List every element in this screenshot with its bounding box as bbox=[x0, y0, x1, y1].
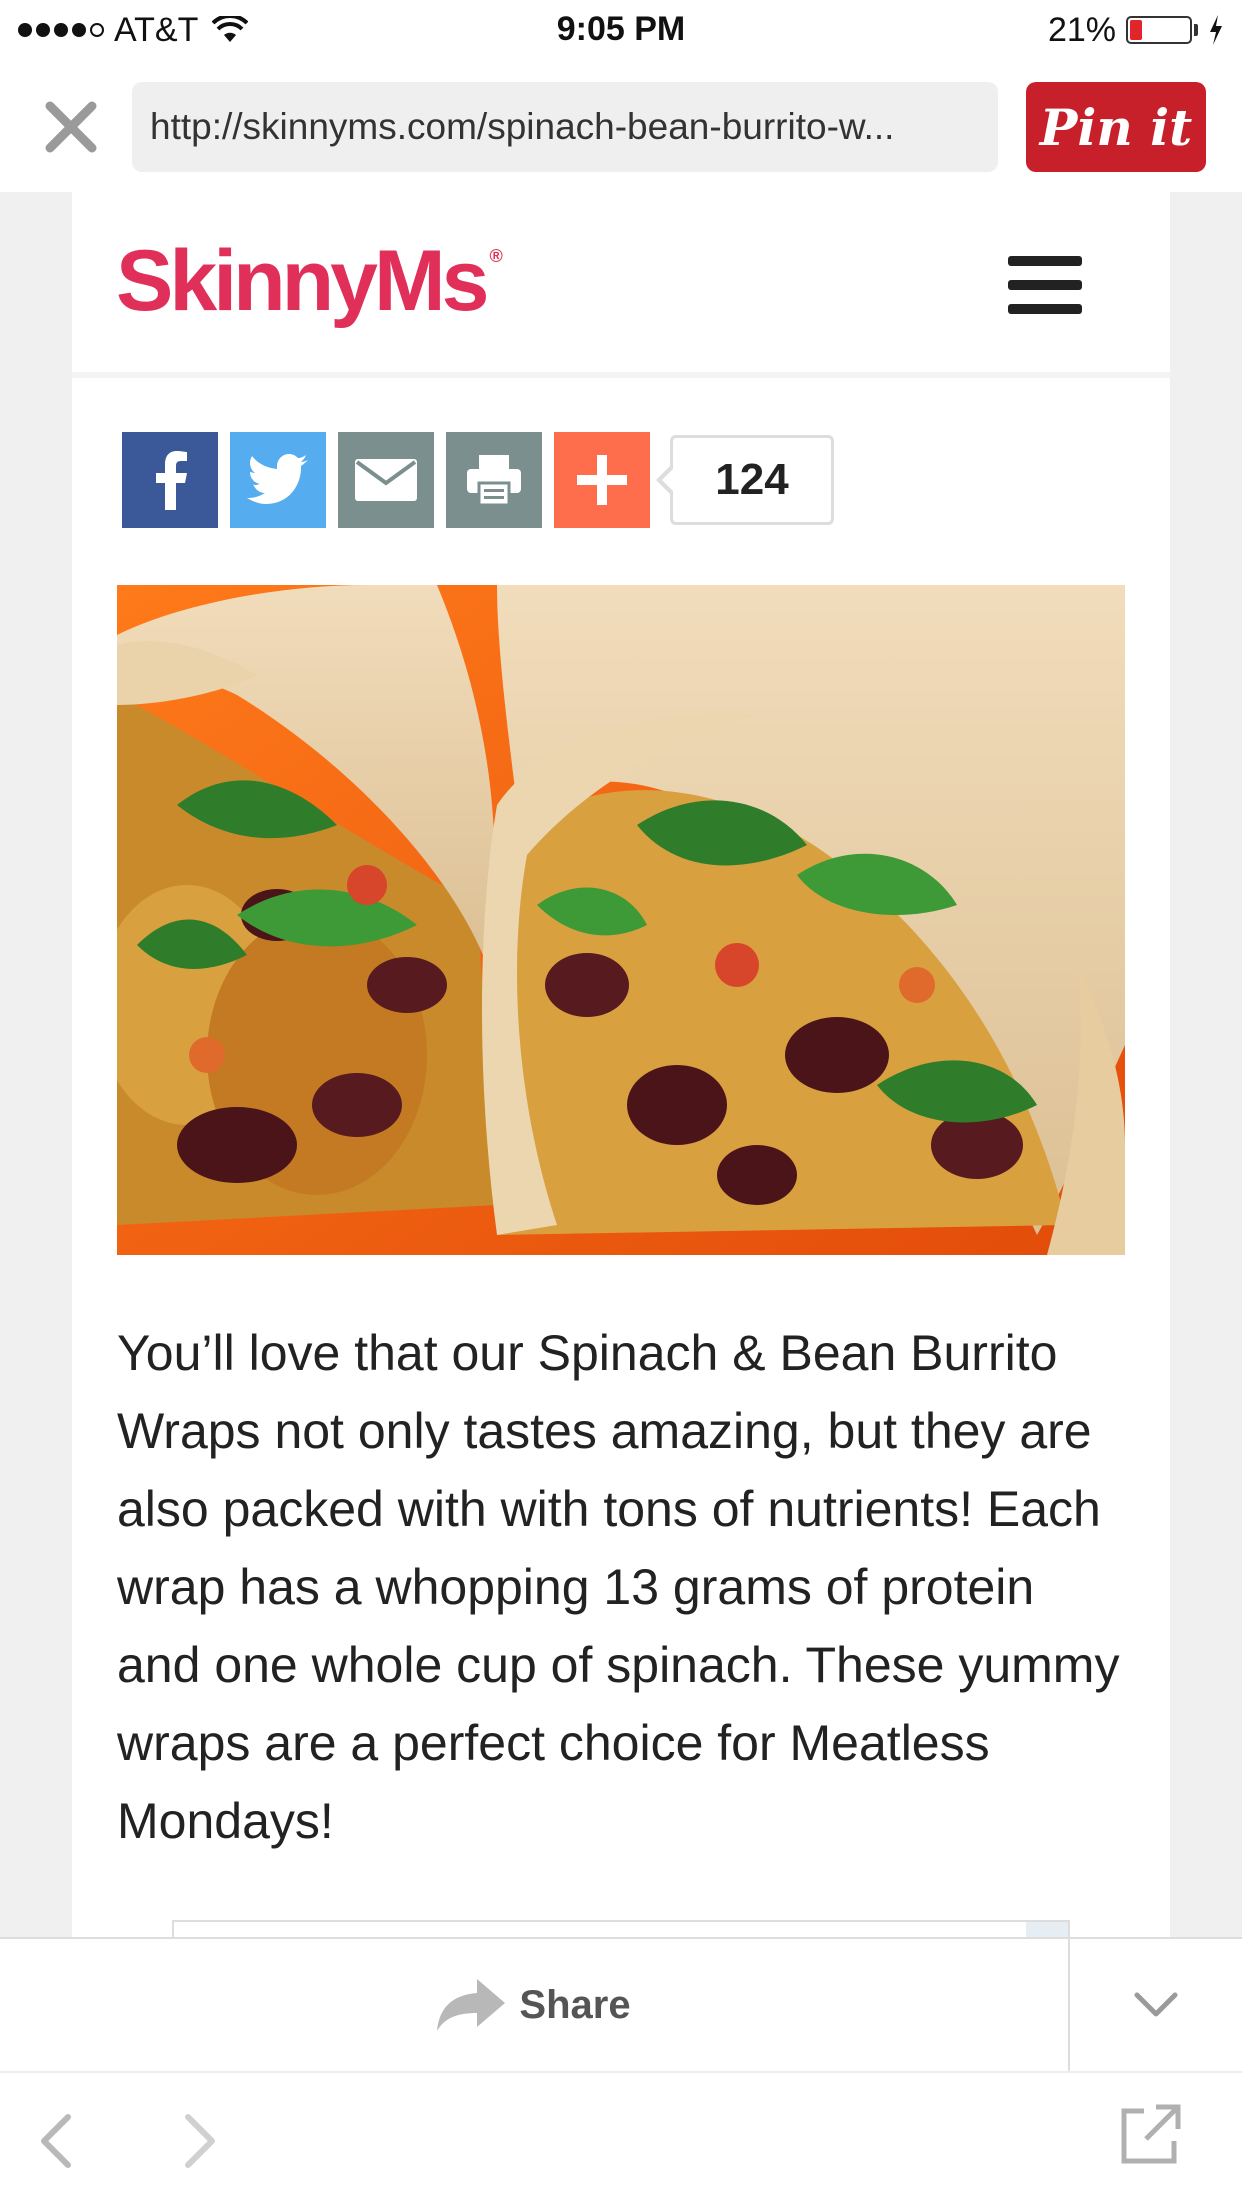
twitter-icon bbox=[247, 454, 308, 504]
site-header: SkinnyMs ® bbox=[72, 192, 1170, 378]
share-bar: Share bbox=[0, 1937, 1242, 2071]
charging-bolt-icon bbox=[1210, 15, 1222, 45]
url-field[interactable]: http://skinnyms.com/spinach-bean-burrito… bbox=[132, 82, 998, 172]
collapse-button[interactable] bbox=[1070, 1939, 1242, 2071]
email-icon bbox=[355, 459, 417, 501]
facebook-icon bbox=[156, 451, 187, 510]
share-count: 124 bbox=[656, 435, 834, 525]
pin-it-button[interactable]: Pin it bbox=[1026, 82, 1206, 172]
status-right: 21% bbox=[1048, 10, 1224, 50]
facebook-share-button[interactable] bbox=[122, 432, 218, 528]
battery-icon bbox=[1126, 16, 1192, 44]
open-external-icon[interactable] bbox=[1118, 2103, 1182, 2167]
browser-toolbar bbox=[0, 2071, 1242, 2208]
status-bar: AT&T 9:05 PM 21% bbox=[0, 0, 1242, 62]
article-body: You’ll love that our Spinach & Bean Burr… bbox=[117, 1325, 1120, 1849]
browser-url-bar: http://skinnyms.com/spinach-bean-burrito… bbox=[0, 62, 1242, 192]
ad-frame bbox=[172, 1920, 1070, 1939]
more-share-button[interactable] bbox=[554, 432, 650, 528]
close-icon[interactable] bbox=[40, 96, 102, 158]
page-content: SkinnyMs ® 124 You’ll love that our Spin… bbox=[72, 192, 1170, 1939]
chevron-down-icon bbox=[1134, 1992, 1178, 2017]
social-share-row: 124 bbox=[122, 432, 834, 528]
menu-icon[interactable] bbox=[1008, 256, 1082, 316]
battery-percent: 21% bbox=[1047, 10, 1116, 49]
share-label: Share bbox=[519, 1982, 631, 2027]
burrito-photo bbox=[117, 585, 1125, 1255]
battery-tip bbox=[1194, 24, 1198, 36]
add-icon bbox=[577, 455, 627, 505]
print-icon bbox=[467, 455, 521, 507]
print-button[interactable] bbox=[446, 432, 542, 528]
share-arrow-icon bbox=[437, 1979, 506, 2031]
email-share-button[interactable] bbox=[338, 432, 434, 528]
forward-arrow-icon[interactable] bbox=[180, 2113, 220, 2169]
logo-text: SkinnyMs bbox=[116, 233, 489, 329]
logo-registered-mark: ® bbox=[489, 246, 503, 266]
twitter-share-button[interactable] bbox=[230, 432, 326, 528]
burrito-illustration bbox=[117, 585, 1125, 1255]
share-button[interactable]: Share bbox=[0, 1939, 1070, 2071]
site-logo[interactable]: SkinnyMs ® bbox=[116, 232, 503, 331]
back-arrow-icon[interactable] bbox=[36, 2113, 76, 2169]
